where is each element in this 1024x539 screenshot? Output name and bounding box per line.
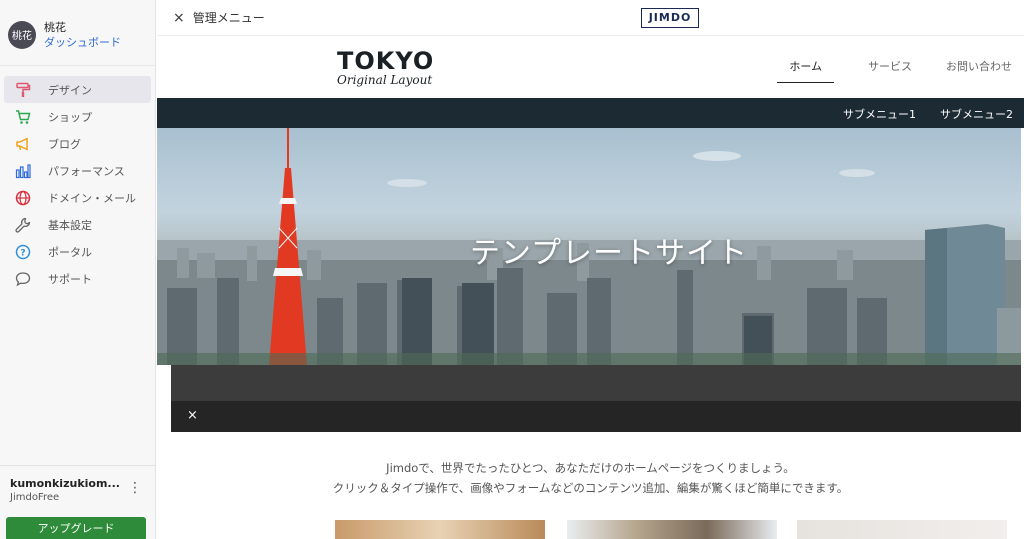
- menu-label: ブログ: [48, 137, 81, 151]
- menu-item-portal[interactable]: ? ポータル: [4, 238, 151, 265]
- cookie-overlay-bar: [171, 365, 1021, 432]
- hero-title: テンプレートサイト: [469, 236, 749, 271]
- menu-label: 基本設定: [48, 218, 92, 232]
- cart-icon: [14, 108, 32, 126]
- menu-label: ショップ: [48, 110, 92, 124]
- intro-line-1: Jimdoで、世界でたったひとつ、あなただけのホームページをつくりましょう。: [386, 461, 795, 475]
- user-name: 桃花: [44, 20, 66, 34]
- nav-services[interactable]: サービス: [868, 58, 912, 83]
- more-options-icon[interactable]: ⋮: [128, 480, 142, 496]
- wrench-icon: [14, 216, 32, 234]
- svg-text:?: ?: [20, 248, 25, 258]
- menu-item-shop[interactable]: ショップ: [4, 103, 151, 130]
- subnav-item-2[interactable]: サブメニュー2: [940, 106, 1013, 122]
- avatar[interactable]: 桃花: [8, 20, 36, 49]
- sub-navigation: サブメニュー1 サブメニュー2: [157, 98, 1024, 128]
- menu-item-domain-mail[interactable]: ドメイン・メール: [4, 184, 151, 211]
- menu-label: デザイン: [48, 83, 92, 97]
- thumbnail-image: [567, 520, 777, 539]
- menu-item-support[interactable]: サポート: [4, 265, 151, 292]
- menu-item-settings[interactable]: 基本設定: [4, 211, 151, 238]
- subnav-item-1[interactable]: サブメニュー1: [843, 106, 916, 122]
- admin-sidebar: 桃花 桃花 ダッシュボード デザイン ショップ ブログ パフォーマンス ドメイン…: [0, 0, 156, 539]
- account-panel: kumonkizukiom... JimdoFree ⋮ アップグレード: [0, 465, 155, 539]
- paint-roller-icon: [14, 81, 32, 99]
- close-admin-label: 管理メニュー: [192, 11, 265, 25]
- intro-text: Jimdoで、世界でたったひとつ、あなただけのホームページをつくりましょう。 ク…: [157, 458, 1024, 498]
- close-overlay-button[interactable]: ×: [187, 408, 198, 423]
- intro-line-2: クリック＆タイプ操作で、画像やフォームなどのコンテンツ追加、編集が驚くほど簡単に…: [332, 481, 849, 495]
- menu-label: ドメイン・メール: [48, 191, 136, 205]
- nav-contact[interactable]: お問い合わせ: [946, 58, 1012, 83]
- thumbnail-row: [335, 520, 1007, 539]
- menu-label: サポート: [48, 272, 92, 286]
- close-admin-menu-button[interactable]: × 管理メニュー: [173, 9, 265, 26]
- brand-subtitle: Original Layout: [337, 73, 433, 87]
- menu-label: ポータル: [48, 245, 92, 259]
- account-plan: JimdoFree: [10, 492, 60, 503]
- user-text: 桃花 ダッシュボード: [44, 20, 121, 50]
- menu-item-performance[interactable]: パフォーマンス: [4, 157, 151, 184]
- site-header: TOKYO Original Layout ホーム サービス お問い合わせ: [157, 36, 1024, 98]
- thumbnail-image: [797, 520, 1007, 539]
- site-preview: TOKYO Original Layout ホーム サービス お問い合わせ サブ…: [157, 36, 1024, 539]
- menu-item-design[interactable]: デザイン: [4, 76, 151, 103]
- main-navigation: ホーム サービス お問い合わせ: [777, 58, 1012, 83]
- dashboard-link[interactable]: ダッシュボード: [44, 35, 121, 50]
- upgrade-button[interactable]: アップグレード: [6, 517, 146, 539]
- editor-topbar: × 管理メニュー JIMDO: [157, 0, 1024, 36]
- jimdo-logo: JIMDO: [641, 8, 699, 28]
- globe-icon: [14, 189, 32, 207]
- account-name: kumonkizukiom...: [10, 477, 120, 490]
- chat-bubble-icon: [14, 270, 32, 288]
- thumbnail-image: [335, 520, 545, 539]
- nav-home[interactable]: ホーム: [777, 58, 834, 83]
- close-icon: ×: [173, 9, 185, 26]
- help-circle-icon: ?: [14, 243, 32, 261]
- megaphone-icon: [14, 135, 32, 153]
- overlay-bottom: [171, 401, 1021, 432]
- hero-image: テンプレートサイト: [157, 128, 1021, 365]
- admin-menu: デザイン ショップ ブログ パフォーマンス ドメイン・メール 基本設定 ? ポー…: [0, 66, 155, 292]
- site-brand[interactable]: TOKYO Original Layout: [337, 47, 434, 87]
- brand-title: TOKYO: [337, 47, 435, 75]
- bar-chart-icon: [14, 162, 32, 180]
- menu-label: パフォーマンス: [48, 164, 125, 178]
- menu-item-blog[interactable]: ブログ: [4, 130, 151, 157]
- user-block[interactable]: 桃花 桃花 ダッシュボード: [0, 0, 155, 66]
